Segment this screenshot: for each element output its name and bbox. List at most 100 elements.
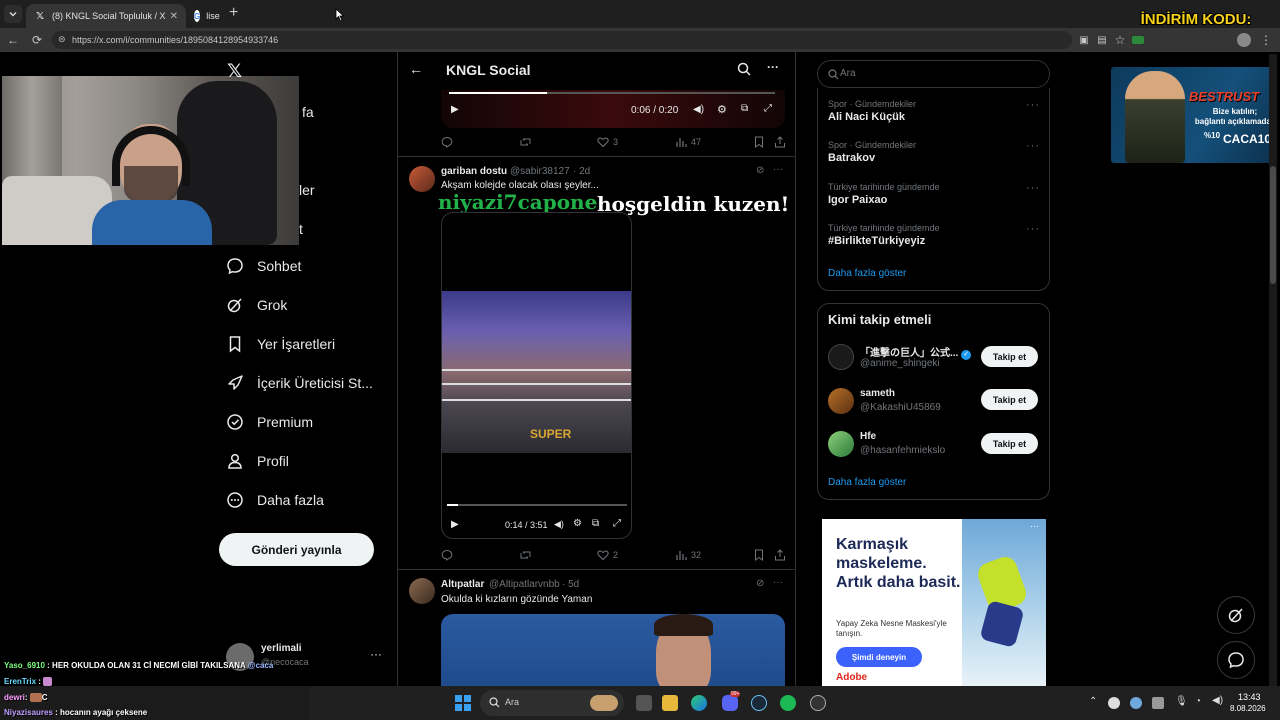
- reader-icon[interactable]: ▤: [1094, 32, 1110, 48]
- video-progress-bar[interactable]: [449, 92, 775, 94]
- nav-item-premium[interactable]: Premium: [226, 408, 313, 436]
- like-button[interactable]: 2: [597, 549, 618, 561]
- grok-floating-button[interactable]: [1217, 596, 1255, 634]
- more-icon[interactable]: ···: [1030, 521, 1039, 531]
- post-age[interactable]: · 5d: [562, 579, 579, 590]
- views-button[interactable]: 47: [675, 136, 701, 148]
- share-icon[interactable]: [774, 136, 790, 148]
- grok-icon[interactable]: ⊘: [756, 578, 764, 589]
- discord-icon[interactable]: [722, 695, 738, 711]
- trend-name[interactable]: Igor Paixao: [828, 194, 887, 206]
- follow-button[interactable]: Takip et: [981, 389, 1038, 410]
- avatar[interactable]: [409, 166, 435, 192]
- follow-user-name[interactable]: sameth: [860, 388, 895, 399]
- file-explorer-icon[interactable]: [662, 695, 678, 711]
- task-view-icon[interactable]: [636, 695, 652, 711]
- tab-kngl-social[interactable]: 𝕏 (8) KNGL Social Topluluk / X ✕: [26, 4, 186, 28]
- avatar[interactable]: [828, 388, 854, 414]
- star-icon[interactable]: ☆: [1112, 32, 1128, 48]
- tray-app-icon[interactable]: [1108, 697, 1120, 709]
- volume-icon[interactable]: ◀): [693, 104, 704, 115]
- ad-cta-button[interactable]: Şimdi deneyin: [836, 647, 922, 667]
- tray-overflow-icon[interactable]: ⌃: [1089, 696, 1097, 707]
- more-icon[interactable]: ···: [767, 60, 779, 74]
- taskbar-search[interactable]: Ara: [480, 690, 624, 716]
- messages-floating-button[interactable]: [1217, 641, 1255, 679]
- video-player[interactable]: ▶ 0:06 / 0:20 ◀) ⚙ ⧉ ⤢: [441, 90, 785, 128]
- clock-time[interactable]: 13:43: [1238, 692, 1261, 702]
- reply-icon[interactable]: [441, 136, 457, 148]
- post-image[interactable]: [441, 614, 785, 686]
- new-tab-button[interactable]: +: [229, 5, 238, 21]
- nav-item-sohbet[interactable]: Sohbet: [226, 252, 301, 280]
- play-icon[interactable]: ▶: [451, 104, 459, 115]
- nav-item-bookmarks[interactable]: Yer İşaretleri: [226, 330, 335, 358]
- bookmark-icon[interactable]: [754, 549, 768, 561]
- follow-button[interactable]: Takip et: [981, 346, 1038, 367]
- trend-name[interactable]: Ali Naci Küçük: [828, 111, 905, 123]
- settings-icon[interactable]: ⚙: [717, 103, 727, 116]
- reply-icon[interactable]: [441, 549, 457, 561]
- post-author-handle[interactable]: @sabir38127: [510, 166, 570, 177]
- fullscreen-icon[interactable]: ⤢: [613, 518, 621, 529]
- search-icon[interactable]: [737, 62, 751, 79]
- more-icon[interactable]: ···: [370, 647, 382, 661]
- video-progress-bar[interactable]: [447, 504, 627, 506]
- share-icon[interactable]: [774, 549, 790, 561]
- post-author-name[interactable]: Altıpatlar: [441, 579, 484, 590]
- bookmark-icon[interactable]: [754, 136, 768, 148]
- reload-icon[interactable]: ⟳: [29, 32, 45, 48]
- nav-item-more[interactable]: Daha fazla: [226, 486, 324, 514]
- tab-lise[interactable]: G lise: [186, 4, 224, 28]
- fullscreen-icon[interactable]: ⤢: [764, 103, 772, 114]
- ad-card[interactable]: Karmaşık maskeleme. Artık daha basit. Ya…: [822, 519, 1046, 686]
- tray-app-icon[interactable]: [1152, 697, 1164, 709]
- pip-icon[interactable]: ⧉: [741, 103, 748, 114]
- views-button[interactable]: 32: [675, 549, 701, 561]
- profile-icon[interactable]: [1236, 32, 1252, 48]
- tab-list-button[interactable]: [4, 5, 22, 23]
- url-field[interactable]: ⊜ https://x.com/i/communities/1895084128…: [52, 31, 1072, 49]
- menu-icon[interactable]: ⋮: [1258, 32, 1274, 48]
- post-button[interactable]: Gönderi yayınla: [219, 533, 374, 566]
- clock-date[interactable]: 8.08.2026: [1230, 704, 1266, 713]
- x-logo-icon[interactable]: 𝕏: [227, 60, 242, 83]
- nav-item-grok[interactable]: Grok: [226, 291, 287, 319]
- repost-icon[interactable]: [519, 549, 536, 561]
- follow-button[interactable]: Takip et: [981, 433, 1038, 454]
- volume-icon[interactable]: ◀): [554, 519, 564, 530]
- more-icon[interactable]: ···: [773, 164, 783, 175]
- obs-icon[interactable]: [810, 695, 826, 711]
- follow-user-name[interactable]: Hfe: [860, 431, 876, 442]
- scrollbar-thumb[interactable]: [1270, 166, 1276, 284]
- back-arrow-icon[interactable]: ←: [409, 61, 423, 77]
- avatar[interactable]: [828, 344, 854, 370]
- repost-icon[interactable]: [519, 136, 536, 148]
- start-icon[interactable]: [455, 695, 471, 711]
- trend-name[interactable]: Batrakov: [828, 152, 875, 164]
- tray-app-icon[interactable]: [1130, 697, 1142, 709]
- post-author-handle[interactable]: @Altipatlarvnbb: [489, 579, 560, 590]
- play-icon[interactable]: ▶: [451, 519, 459, 530]
- steam-icon[interactable]: [751, 695, 767, 711]
- spotify-icon[interactable]: [780, 695, 796, 711]
- search-input[interactable]: Ara: [817, 60, 1050, 88]
- more-icon[interactable]: ···: [1026, 223, 1040, 235]
- like-button[interactable]: 3: [597, 136, 618, 148]
- trend-name[interactable]: #BirlikteTürkiyeyiz: [828, 235, 925, 247]
- wifi-icon[interactable]: ◔: [1195, 696, 1201, 707]
- scrollbar[interactable]: [1269, 54, 1277, 686]
- avatar[interactable]: [409, 578, 435, 604]
- back-icon[interactable]: ←: [5, 32, 21, 48]
- more-icon[interactable]: ···: [1026, 140, 1040, 152]
- show-more-link[interactable]: Daha fazla göster: [828, 268, 906, 279]
- close-icon[interactable]: ✕: [170, 11, 178, 22]
- post-age[interactable]: · 2d: [573, 166, 590, 177]
- microphone-icon[interactable]: 🎙: [1175, 696, 1188, 707]
- more-icon[interactable]: ···: [1026, 182, 1040, 194]
- avatar[interactable]: [828, 431, 854, 457]
- settings-icon[interactable]: ⚙: [573, 518, 582, 529]
- show-more-link[interactable]: Daha fazla göster: [828, 477, 906, 488]
- grok-icon[interactable]: ⊘: [756, 165, 764, 176]
- edge-icon[interactable]: [691, 695, 707, 711]
